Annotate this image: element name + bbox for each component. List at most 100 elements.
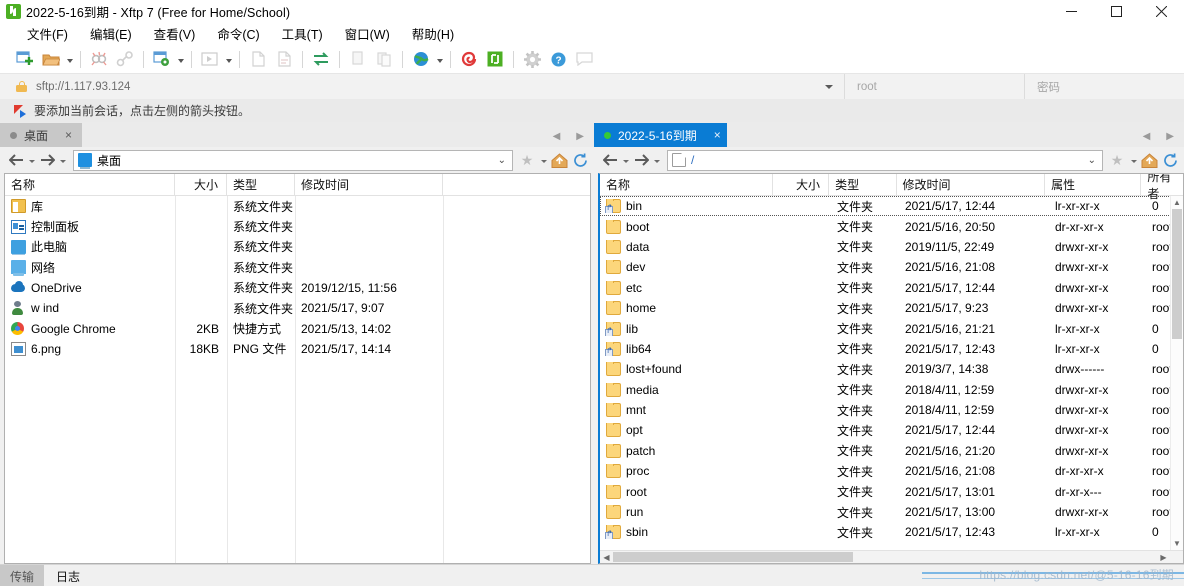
column-header-type[interactable]: 类型	[227, 174, 295, 195]
table-row[interactable]: etc 文件夹 2021/5/17, 12:44 drwxr-xr-x root	[600, 278, 1183, 298]
tab-desktop[interactable]: 桌面 ×	[0, 123, 82, 147]
local-list-body[interactable]: 库系统文件夹 控制面板 系统文件夹 此电脑 系统文件夹 网络 系统文件夹 OneDrive 系统…	[5, 196, 590, 563]
refresh-icon[interactable]	[570, 151, 590, 169]
star-icon[interactable]: ★	[1107, 152, 1127, 169]
xftp-toolbar-icon[interactable]	[482, 47, 508, 71]
menu-edit[interactable]: 编辑(E)	[79, 22, 143, 45]
help-icon[interactable]: ?	[545, 47, 571, 71]
table-row[interactable]: 控制面板 系统文件夹	[5, 216, 590, 236]
column-header-size[interactable]: 大小	[175, 174, 227, 195]
table-row[interactable]: run 文件夹 2021/5/17, 13:00 drwxr-xr-x root	[600, 502, 1183, 522]
tab-remote-session[interactable]: 2022-5-16到期 ×	[594, 123, 727, 147]
remote-vertical-scrollbar[interactable]: ▲ ▼	[1170, 196, 1183, 550]
table-row[interactable]: mnt 文件夹 2018/4/11, 12:59 drwxr-xr-x root	[600, 400, 1183, 420]
open-folder-icon[interactable]	[38, 47, 64, 71]
column-header-modified[interactable]: 修改时间	[295, 174, 443, 195]
remote-path-input[interactable]: / ⌄	[667, 149, 1103, 171]
url-dropdown-icon[interactable]	[825, 85, 833, 89]
table-row[interactable]: OneDrive 系统文件夹 2019/12/15, 11:56	[5, 278, 590, 298]
url-field[interactable]: sftp://1.117.93.124	[0, 74, 845, 99]
tab-scroll-left-icon[interactable]: ◀	[553, 131, 561, 142]
xshell-icon[interactable]	[456, 47, 482, 71]
table-row[interactable]: opt 文件夹 2021/5/17, 12:44 drwxr-xr-x root	[600, 420, 1183, 440]
menu-tools[interactable]: 工具(T)	[271, 22, 334, 45]
column-header-name[interactable]: 名称	[600, 174, 774, 195]
globe-dropdown-icon[interactable]	[434, 47, 445, 71]
tab-scroll-right-icon[interactable]: ▶	[576, 131, 584, 142]
tab-close-icon[interactable]: ×	[714, 129, 721, 141]
home-icon[interactable]	[550, 152, 569, 169]
remote-list-body[interactable]: bin文件夹2021/5/17, 12:44lr-xr-xr-x0boot文件夹…	[600, 196, 1183, 550]
menu-view[interactable]: 查看(V)	[143, 22, 207, 45]
hscroll-thumb[interactable]	[613, 552, 853, 562]
table-row[interactable]: bin文件夹2021/5/17, 12:44lr-xr-xr-x0	[600, 196, 1183, 217]
maximize-button[interactable]	[1094, 0, 1139, 22]
tab-scroll-right-icon[interactable]: ▶	[1166, 131, 1174, 142]
close-button[interactable]	[1139, 0, 1184, 22]
table-row[interactable]: root 文件夹 2021/5/17, 13:01 dr-xr-x--- root	[600, 481, 1183, 501]
menu-help[interactable]: 帮助(H)	[401, 22, 465, 45]
table-row[interactable]: data 文件夹 2019/11/5, 22:49 drwxr-xr-x root	[600, 237, 1183, 257]
back-dropdown-icon[interactable]	[620, 149, 631, 171]
menu-command[interactable]: 命令(C)	[206, 22, 270, 45]
table-row[interactable]: dev 文件夹 2021/5/16, 21:08 drwxr-xr-x root	[600, 257, 1183, 277]
scroll-left-icon[interactable]: ◀	[600, 553, 613, 562]
username-input[interactable]: root	[845, 74, 1025, 99]
column-header-owner[interactable]: 所有者	[1141, 174, 1183, 201]
table-row[interactable]: Google Chrome 2KB 快捷方式 2021/5/13, 14:02	[5, 318, 590, 338]
table-row[interactable]: 6.png 18KB PNG 文件 2021/5/17, 14:14	[5, 339, 590, 359]
table-row[interactable]: w ind 系统文件夹 2021/5/17, 9:07	[5, 298, 590, 318]
menu-file[interactable]: 文件(F)	[16, 22, 79, 45]
new-session-icon[interactable]	[12, 47, 38, 71]
table-row[interactable]: 网络 系统文件夹	[5, 257, 590, 277]
minimize-button[interactable]	[1049, 0, 1094, 22]
path-dropdown-icon[interactable]: ⌄	[498, 155, 508, 166]
table-row[interactable]: boot 文件夹 2021/5/16, 20:50 dr-xr-xr-x root	[600, 216, 1183, 236]
local-path-input[interactable]: 桌面 ⌄	[73, 149, 513, 171]
scroll-thumb[interactable]	[1172, 209, 1182, 339]
menu-window[interactable]: 窗口(W)	[334, 22, 401, 45]
column-header-size[interactable]: 大小	[773, 174, 830, 195]
path-dropdown-icon[interactable]: ⌄	[1088, 155, 1098, 166]
session-properties-dropdown-icon[interactable]	[175, 47, 186, 71]
table-row[interactable]: sbin文件夹2021/5/17, 12:43lr-xr-xr-x0	[600, 522, 1183, 542]
table-row[interactable]: 库 系统文件夹	[5, 196, 590, 216]
tab-scroll-left-icon[interactable]: ◀	[1143, 131, 1151, 142]
table-row[interactable]: home 文件夹 2021/5/17, 9:23 drwxr-xr-x root	[600, 298, 1183, 318]
forward-dropdown-icon[interactable]	[57, 149, 68, 171]
back-icon[interactable]	[600, 149, 620, 171]
forward-icon[interactable]	[631, 149, 651, 171]
open-folder-dropdown-icon[interactable]	[64, 47, 75, 71]
settings-gear-icon[interactable]	[519, 47, 545, 71]
tab-close-icon[interactable]: ×	[65, 129, 72, 141]
scroll-down-icon[interactable]: ▼	[1171, 537, 1183, 550]
back-dropdown-icon[interactable]	[26, 149, 37, 171]
refresh-icon[interactable]	[1160, 151, 1180, 169]
table-row[interactable]: 此电脑 系统文件夹	[5, 237, 590, 257]
table-row[interactable]: lost+found 文件夹 2019/3/7, 14:38 drwx------ ro…	[600, 359, 1183, 379]
star-dropdown-icon[interactable]	[538, 149, 549, 171]
table-row[interactable]: proc 文件夹 2021/5/16, 21:08 dr-xr-xr-x root	[600, 461, 1183, 481]
bottom-tab-log[interactable]: 日志	[46, 565, 90, 586]
session-properties-icon[interactable]	[149, 47, 175, 71]
table-row[interactable]: lib文件夹2021/5/16, 21:21lr-xr-xr-x0	[600, 318, 1183, 338]
forward-icon[interactable]	[37, 149, 57, 171]
table-row[interactable]: media 文件夹 2018/4/11, 12:59 drwxr-xr-x root	[600, 380, 1183, 400]
back-icon[interactable]	[6, 149, 26, 171]
sync-browse-icon[interactable]	[308, 47, 334, 71]
column-header-attributes[interactable]: 属性	[1045, 174, 1142, 195]
column-header-modified[interactable]: 修改时间	[897, 174, 1046, 195]
password-input[interactable]: 密码	[1025, 74, 1184, 99]
table-row[interactable]: patch 文件夹 2021/5/16, 21:20 drwxr-xr-x root	[600, 441, 1183, 461]
star-dropdown-icon[interactable]	[1128, 149, 1139, 171]
home-icon[interactable]	[1140, 152, 1159, 169]
column-header-type[interactable]: 类型	[829, 174, 897, 195]
bottom-tab-transfer[interactable]: 传输	[0, 565, 45, 586]
scroll-up-icon[interactable]: ▲	[1171, 196, 1183, 209]
forward-dropdown-icon[interactable]	[651, 149, 662, 171]
table-row[interactable]: lib64文件夹2021/5/17, 12:43lr-xr-xr-x0	[600, 339, 1183, 359]
scroll-right-icon[interactable]: ▶	[1157, 553, 1170, 562]
star-icon[interactable]: ★	[517, 152, 537, 169]
remote-horizontal-scrollbar[interactable]: ◀ ▶	[600, 550, 1183, 563]
globe-icon[interactable]	[408, 47, 434, 71]
